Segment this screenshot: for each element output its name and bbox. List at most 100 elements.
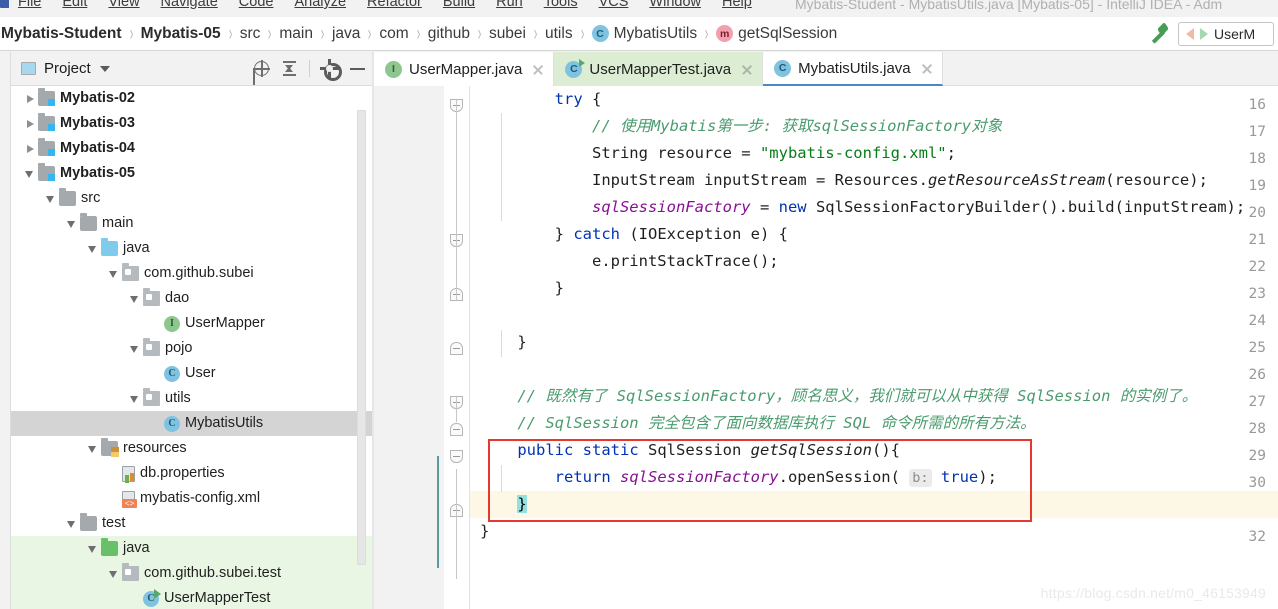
tree-node-java[interactable]: java bbox=[11, 236, 374, 261]
close-icon[interactable] bbox=[740, 63, 753, 76]
chevron-down-icon[interactable] bbox=[128, 292, 141, 305]
run-configuration-selector[interactable]: UserM bbox=[1178, 22, 1274, 46]
chevron-right-icon[interactable] bbox=[23, 92, 36, 105]
tree-node-mybatis-04[interactable]: Mybatis-04 bbox=[11, 136, 374, 161]
tree-node-mybatis-03[interactable]: Mybatis-03 bbox=[11, 111, 374, 136]
chevron-down-icon[interactable] bbox=[128, 342, 141, 355]
code-line-17[interactable]: // 使用Mybatis第一步: 获取sqlSessionFactory对象 bbox=[470, 113, 1278, 140]
code-line-25[interactable]: } bbox=[470, 329, 1278, 356]
chevron-down-icon[interactable] bbox=[107, 267, 120, 280]
close-icon[interactable] bbox=[531, 63, 544, 76]
tree-node-mybatis-02[interactable]: Mybatis-02 bbox=[11, 86, 374, 111]
breadcrumb-item-method[interactable]: m getSqlSession bbox=[715, 25, 838, 43]
code-line-24[interactable] bbox=[470, 302, 1278, 329]
menu-item-window[interactable]: Window bbox=[649, 0, 701, 10]
menu-item-edit[interactable]: Edit bbox=[62, 0, 87, 10]
chevron-down-icon[interactable] bbox=[128, 392, 141, 405]
breadcrumb-item-src[interactable]: src bbox=[239, 25, 262, 43]
editor-gutter[interactable] bbox=[374, 86, 444, 609]
chevron-down-icon[interactable] bbox=[65, 217, 78, 230]
chevron-down-icon[interactable] bbox=[86, 242, 99, 255]
tree-node-main[interactable]: main bbox=[11, 211, 374, 236]
chevron-down-icon[interactable] bbox=[86, 442, 99, 455]
chevron-down-icon[interactable] bbox=[65, 517, 78, 530]
code-line-32[interactable]: } bbox=[470, 518, 1278, 545]
menu-item-build[interactable]: Build bbox=[443, 0, 475, 10]
breadcrumb-item-module[interactable]: Mybatis-05 bbox=[140, 25, 222, 43]
breadcrumb-item-utils[interactable]: utils bbox=[544, 25, 574, 43]
tree-node-pojo[interactable]: pojo bbox=[11, 336, 374, 361]
menu-bar[interactable]: File Edit View Navigate Code Analyze Ref… bbox=[18, 0, 752, 10]
tree-node-src[interactable]: src bbox=[11, 186, 374, 211]
fold-toggle-29[interactable] bbox=[450, 450, 463, 463]
breadcrumb-item-github[interactable]: github bbox=[427, 25, 471, 43]
breadcrumb-item-class[interactable]: C MybatisUtils bbox=[591, 25, 699, 43]
code-editor[interactable]: 1617181920212223242526272829303132 try {… bbox=[374, 86, 1278, 609]
code-lines[interactable]: try { // 使用Mybatis第一步: 获取sqlSessionFacto… bbox=[470, 86, 1278, 609]
menu-item-file[interactable]: File bbox=[18, 0, 41, 10]
collapse-all-icon[interactable] bbox=[281, 60, 298, 77]
code-line-21[interactable]: } catch (IOException e) { bbox=[470, 221, 1278, 248]
tree-node-test[interactable]: test bbox=[11, 511, 374, 536]
project-tree[interactable]: Mybatis-02 Mybatis-03 Mybatis-04 Mybatis-05… bbox=[11, 86, 374, 609]
tree-node-mybatis-05[interactable]: Mybatis-05 bbox=[11, 161, 374, 186]
chevron-down-icon[interactable] bbox=[99, 65, 110, 72]
tree-node-resources[interactable]: resources bbox=[11, 436, 374, 461]
chevron-right-icon[interactable] bbox=[23, 142, 36, 155]
tree-node-usermapper[interactable]: I UserMapper bbox=[11, 311, 374, 336]
menu-item-help[interactable]: Help bbox=[722, 0, 752, 10]
hammer-icon[interactable] bbox=[1148, 23, 1170, 45]
chevron-right-icon[interactable] bbox=[23, 117, 36, 130]
menu-item-vcs[interactable]: VCS bbox=[599, 0, 629, 10]
breadcrumb-item-project[interactable]: Mybatis-Student bbox=[0, 25, 123, 43]
tree-node-dao[interactable]: dao bbox=[11, 286, 374, 311]
code-line-23[interactable]: } bbox=[470, 275, 1278, 302]
breadcrumb-item-subei[interactable]: subei bbox=[488, 25, 527, 43]
project-scrollbar[interactable] bbox=[357, 110, 366, 565]
code-line-30[interactable]: return sqlSessionFactory.openSession( b:… bbox=[470, 464, 1278, 491]
code-line-29[interactable]: public static SqlSession getSqlSession()… bbox=[470, 437, 1278, 464]
breadcrumb-item-java[interactable]: java bbox=[331, 25, 361, 43]
code-line-18[interactable]: String resource = "mybatis-config.xml"; bbox=[470, 140, 1278, 167]
fold-toggle-28[interactable] bbox=[450, 423, 463, 436]
code-line-27[interactable]: // 既然有了 SqlSessionFactory，顾名思义，我们就可以从中获得… bbox=[470, 383, 1278, 410]
tree-node-usermappertest[interactable]: C UserMapperTest bbox=[11, 586, 374, 609]
left-tool-window-strip[interactable] bbox=[0, 52, 11, 609]
chevron-down-icon[interactable] bbox=[107, 567, 120, 580]
tree-node-db-properties[interactable]: db.properties bbox=[11, 461, 374, 486]
tree-node-mybatis-config-xml[interactable]: mybatis-config.xml bbox=[11, 486, 374, 511]
chevron-down-icon[interactable] bbox=[44, 192, 57, 205]
close-icon[interactable] bbox=[920, 62, 933, 75]
menu-item-tools[interactable]: Tools bbox=[544, 0, 578, 10]
editor-tab-usermappertest-java[interactable]: C UserMapperTest.java bbox=[554, 52, 764, 86]
menu-item-refactor[interactable]: Refactor bbox=[367, 0, 422, 10]
menu-item-navigate[interactable]: Navigate bbox=[161, 0, 218, 10]
breadcrumb-item-main[interactable]: main bbox=[278, 25, 314, 43]
tree-node-mybatisutils[interactable]: C MybatisUtils bbox=[11, 411, 374, 436]
chevron-down-icon[interactable] bbox=[86, 542, 99, 555]
tree-node-com-github-subei-test[interactable]: com.github.subei.test bbox=[11, 561, 374, 586]
code-line-26[interactable] bbox=[470, 356, 1278, 383]
menu-item-run[interactable]: Run bbox=[496, 0, 523, 10]
select-opened-file-icon[interactable] bbox=[253, 60, 270, 77]
menu-item-analyze[interactable]: Analyze bbox=[294, 0, 346, 10]
hide-icon[interactable] bbox=[349, 60, 366, 77]
code-line-20[interactable]: sqlSessionFactory = new SqlSessionFactor… bbox=[470, 194, 1278, 221]
fold-toggle-25[interactable] bbox=[450, 342, 463, 355]
code-line-31[interactable]: } bbox=[470, 491, 1278, 518]
breadcrumb-item-com[interactable]: com bbox=[378, 25, 409, 43]
menu-item-view[interactable]: View bbox=[108, 0, 139, 10]
editor-tab-mybatisutils-java[interactable]: C MybatisUtils.java bbox=[763, 52, 943, 86]
code-line-16[interactable]: try { bbox=[470, 86, 1278, 113]
tree-node-java[interactable]: java bbox=[11, 536, 374, 561]
code-line-19[interactable]: InputStream inputStream = Resources.getR… bbox=[470, 167, 1278, 194]
chevron-down-icon[interactable] bbox=[23, 167, 36, 180]
editor-tab-usermapper-java[interactable]: I UserMapper.java bbox=[374, 52, 555, 86]
settings-gear-icon[interactable] bbox=[320, 59, 342, 81]
tree-node-utils[interactable]: utils bbox=[11, 386, 374, 411]
tree-node-user[interactable]: C User bbox=[11, 361, 374, 386]
code-line-28[interactable]: // SqlSession 完全包含了面向数据库执行 SQL 命令所需的所有方法… bbox=[470, 410, 1278, 437]
tree-node-com-github-subei[interactable]: com.github.subei bbox=[11, 261, 374, 286]
menu-item-code[interactable]: Code bbox=[239, 0, 274, 10]
code-line-22[interactable]: e.printStackTrace(); bbox=[470, 248, 1278, 275]
